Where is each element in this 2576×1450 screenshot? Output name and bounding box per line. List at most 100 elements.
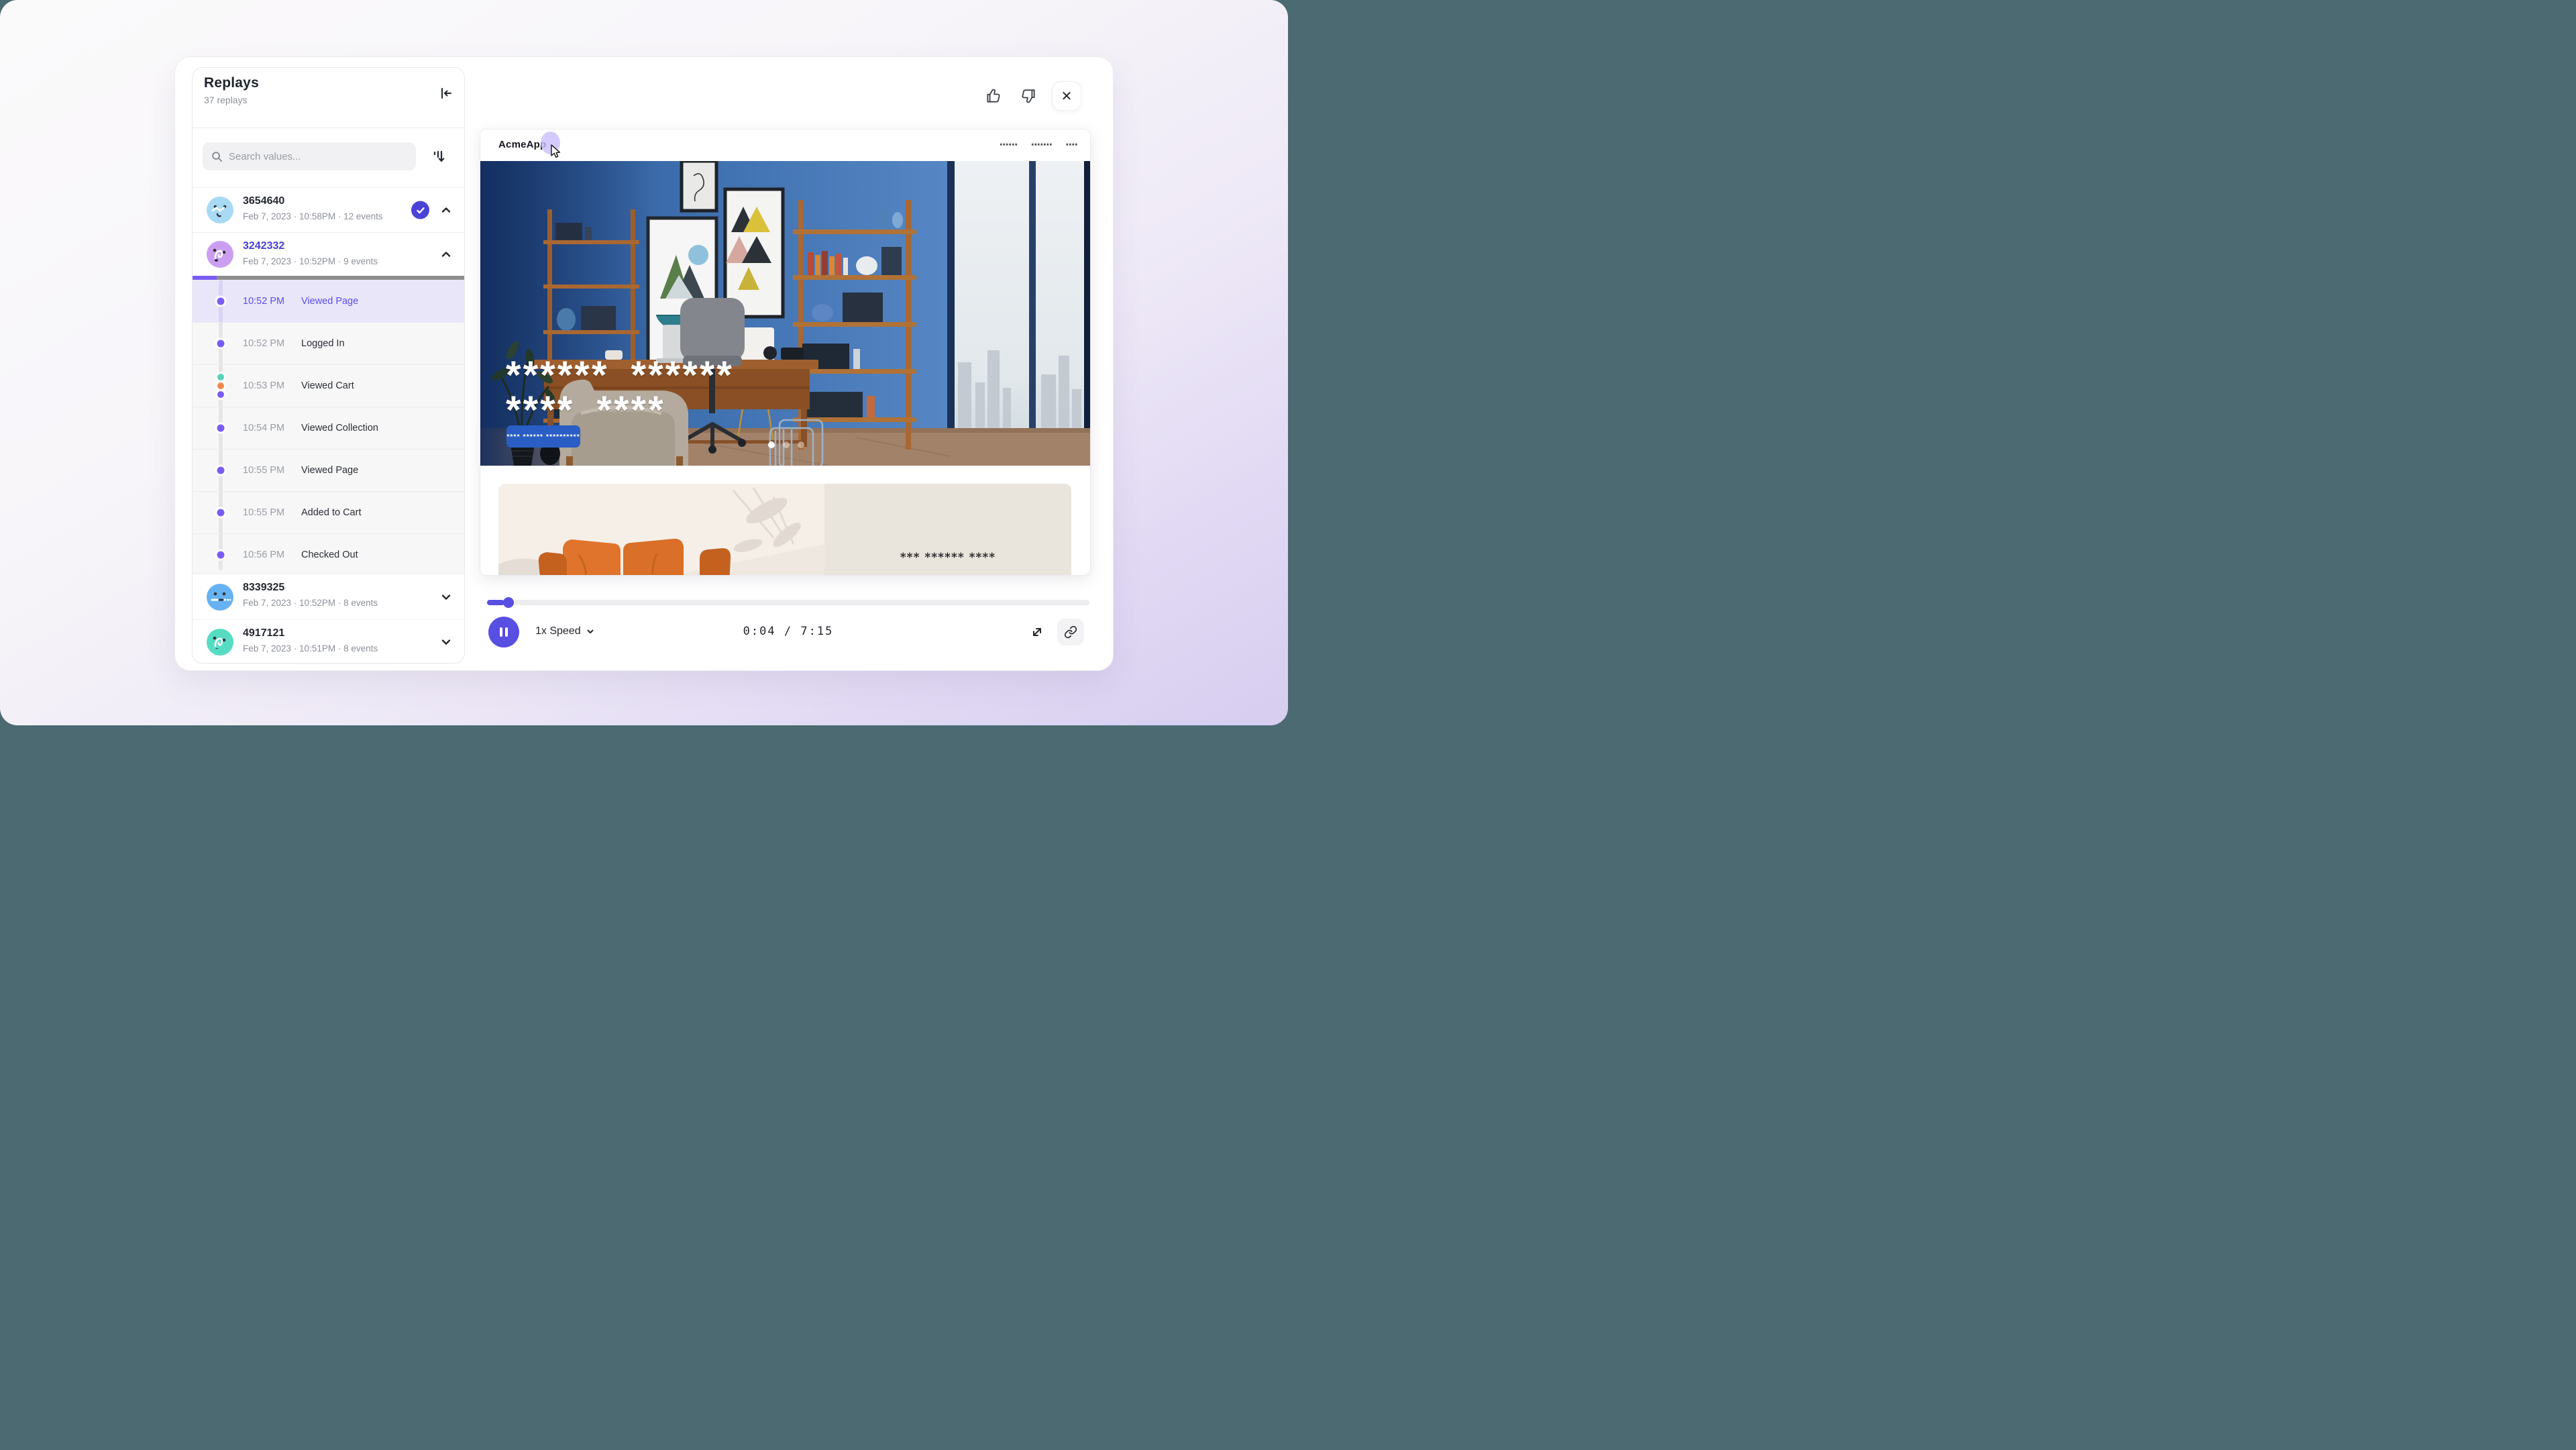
- thumbs-down-icon: [1020, 87, 1037, 105]
- face-illustration: [207, 629, 233, 656]
- replay-id: 4917121: [243, 627, 284, 639]
- time-separator: /: [784, 625, 792, 638]
- replay-row[interactable]: 4917121 Feb 7, 2023 · 10:51PM · 8 events: [193, 619, 464, 664]
- event-row-selected[interactable]: 10:52 PM Viewed Page: [193, 280, 464, 322]
- pause-button[interactable]: [488, 617, 519, 648]
- replay-meta: Feb 7, 2023 · 10:58PM · 12 events: [243, 211, 383, 221]
- replay-modal: Replays 37 replays Search values...: [174, 56, 1114, 671]
- event-label: Viewed Page: [301, 296, 358, 307]
- event-row[interactable]: 10:56 PM Checked Out: [193, 533, 464, 576]
- avatar: [207, 584, 233, 611]
- event-dot: [217, 382, 224, 389]
- hero-cta-label-masked: **** ****** **********: [506, 433, 580, 441]
- replay-count: 37 replays: [204, 95, 248, 105]
- carousel-dot[interactable]: [783, 442, 790, 448]
- playback-progress-bar[interactable]: [487, 600, 1089, 605]
- event-dot: [217, 552, 225, 559]
- close-button[interactable]: ✕: [1052, 81, 1081, 111]
- avatar: [207, 629, 233, 656]
- chevron-down-icon[interactable]: [440, 636, 452, 648]
- event-label: Logged In: [301, 338, 345, 349]
- expand-fullscreen-icon[interactable]: [1029, 624, 1045, 640]
- hero-cta-button[interactable]: **** ****** **********: [506, 425, 580, 448]
- event-row[interactable]: 10:55 PM Added to Cart: [193, 491, 464, 533]
- face-illustration: [207, 197, 233, 223]
- playback-time: 0:04 / 7:15: [743, 625, 834, 638]
- replay-meta: Feb 7, 2023 · 10:52PM · 8 events: [243, 598, 378, 608]
- thumbs-up-icon: [985, 87, 1002, 105]
- watched-check-badge: [411, 201, 429, 219]
- event-dot: [217, 374, 224, 380]
- event-label: Added to Cart: [301, 507, 361, 518]
- check-icon: [416, 205, 425, 215]
- event-time: 10:52 PM: [243, 338, 284, 349]
- chevron-down-icon: [586, 627, 594, 635]
- thumbs-down-button[interactable]: [1017, 85, 1040, 107]
- close-icon: ✕: [1061, 88, 1073, 105]
- speed-label: 1x Speed: [535, 625, 581, 637]
- replay-row[interactable]: 8339325 Feb 7, 2023 · 10:52PM · 8 events: [193, 574, 464, 619]
- event-time: 10:54 PM: [243, 423, 284, 433]
- thumbs-up-button[interactable]: [982, 85, 1005, 107]
- replay-id: 3654640: [243, 195, 284, 207]
- nav-item-masked[interactable]: ****: [1066, 142, 1078, 149]
- event-list: 10:52 PM Viewed Page 10:52 PM Logged In …: [193, 280, 464, 576]
- chevron-up-icon[interactable]: [440, 248, 452, 260]
- search-placeholder: Search values...: [229, 151, 301, 162]
- replay-meta: Feb 7, 2023 · 10:51PM · 8 events: [243, 643, 378, 654]
- face-illustration: [207, 584, 233, 611]
- hero-heading-masked: **** ****: [506, 397, 665, 424]
- playback-progress-fill: [487, 600, 504, 605]
- site-product-card[interactable]: *** ****** ****: [498, 484, 1071, 576]
- replay-meta: Feb 7, 2023 · 10:52PM · 9 events: [243, 256, 378, 266]
- sort-filter-button[interactable]: [427, 144, 451, 168]
- search-icon: [211, 151, 223, 162]
- event-dot: [217, 391, 224, 398]
- event-row[interactable]: 10:52 PM Logged In: [193, 322, 464, 364]
- replay-viewport: AcmeApp ****** ******* ****: [480, 129, 1091, 576]
- event-time: 10:52 PM: [243, 296, 284, 307]
- carousel-dot[interactable]: [798, 442, 804, 448]
- carousel-dot-active[interactable]: [768, 442, 775, 448]
- event-dot: [217, 340, 225, 348]
- copy-link-button[interactable]: [1057, 619, 1084, 645]
- chevron-down-icon[interactable]: [440, 591, 452, 603]
- event-row[interactable]: 10:54 PM Viewed Collection: [193, 407, 464, 449]
- replay-row-active[interactable]: 3242332 Feb 7, 2023 · 10:52PM · 9 events: [193, 232, 464, 276]
- replay-row[interactable]: 3654640 Feb 7, 2023 · 10:58PM · 12 event…: [193, 187, 464, 232]
- nav-item-masked[interactable]: ******: [1000, 142, 1018, 149]
- link-icon: [1064, 625, 1077, 639]
- event-label: Viewed Page: [301, 465, 358, 476]
- event-label: Viewed Collection: [301, 423, 378, 433]
- event-time: 10:55 PM: [243, 507, 284, 518]
- time-total: 7:15: [800, 625, 833, 638]
- time-current: 0:04: [743, 625, 776, 638]
- speed-selector[interactable]: 1x Speed: [535, 625, 594, 637]
- event-row[interactable]: 10:55 PM Viewed Page: [193, 449, 464, 491]
- avatar: [207, 241, 233, 268]
- replay-id: 8339325: [243, 582, 284, 594]
- page-background: Replays 37 replays Search values...: [0, 0, 1288, 725]
- search-input[interactable]: Search values...: [203, 142, 416, 170]
- divider: [193, 127, 464, 128]
- event-row[interactable]: 10:53 PM Viewed Cart: [193, 364, 464, 407]
- playback-progress-thumb[interactable]: [503, 597, 514, 608]
- header-actions: ✕: [982, 81, 1081, 111]
- event-dot: [217, 425, 225, 432]
- site-hero: ****** ****** **** **** **** ****** ****…: [480, 161, 1091, 466]
- hero-heading-masked: ****** ******: [506, 362, 734, 389]
- event-time: 10:56 PM: [243, 550, 284, 560]
- chevron-up-icon[interactable]: [440, 204, 452, 216]
- face-illustration: [207, 241, 233, 268]
- carousel-dots: [768, 442, 804, 448]
- product-card-text-panel: *** ****** ****: [824, 484, 1071, 576]
- nav-item-masked[interactable]: *******: [1031, 142, 1053, 149]
- collapse-sidebar-button[interactable]: [435, 83, 456, 104]
- sidebar-title: Replays: [204, 75, 259, 91]
- event-time: 10:53 PM: [243, 380, 284, 391]
- sort-descending-icon: [432, 149, 445, 164]
- avatar: [207, 197, 233, 223]
- replays-sidebar: Replays 37 replays Search values...: [192, 67, 465, 664]
- event-dot: [217, 298, 225, 305]
- replayed-site-topbar: AcmeApp ****** ******* ****: [480, 130, 1090, 161]
